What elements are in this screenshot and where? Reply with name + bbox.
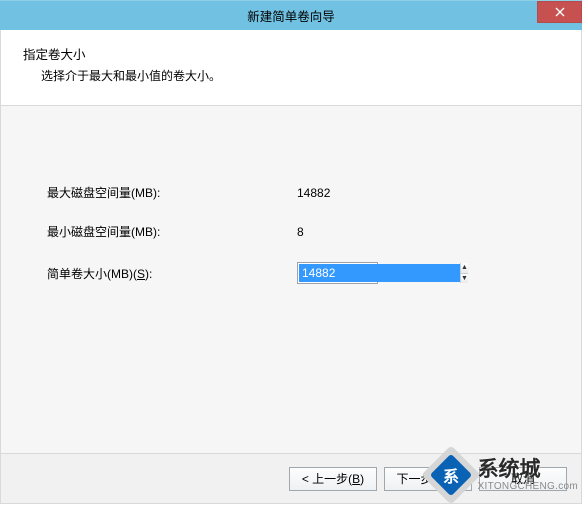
wizard-body: 指定卷大小 选择介于最大和最小值的卷大小。 最大磁盘空间量(MB): 14882…: [0, 30, 582, 504]
spinner-down-button[interactable]: ▼: [461, 274, 468, 284]
close-button[interactable]: [537, 1, 582, 23]
max-disk-space-row: 最大磁盘空间量(MB): 14882: [47, 184, 397, 201]
volume-size-input[interactable]: [299, 264, 460, 282]
content-area: 最大磁盘空间量(MB): 14882 最小磁盘空间量(MB): 8 简单卷大小(…: [1, 106, 581, 453]
next-button[interactable]: 下一步(N) >: [384, 467, 472, 491]
max-disk-space-label: 最大磁盘空间量(MB):: [47, 184, 297, 201]
volume-size-row: 简单卷大小(MB)(S): ▲ ▼: [47, 262, 378, 284]
back-button[interactable]: < 上一步(B): [289, 467, 377, 491]
cancel-button[interactable]: 取消: [479, 467, 567, 491]
spinner-up-button[interactable]: ▲: [461, 263, 468, 274]
volume-size-spinner[interactable]: ▲ ▼: [297, 262, 378, 284]
max-disk-space-value: 14882: [297, 186, 397, 200]
chevron-up-icon: ▲: [461, 264, 468, 271]
min-disk-space-row: 最小磁盘空间量(MB): 8: [47, 223, 397, 240]
wizard-footer: < 上一步(B) 下一步(N) > 取消: [1, 453, 581, 503]
window-title: 新建简单卷向导: [247, 6, 335, 25]
titlebar: 新建简单卷向导: [0, 0, 582, 30]
page-subtitle: 选择介于最大和最小值的卷大小。: [23, 67, 559, 84]
min-disk-space-value: 8: [297, 225, 397, 239]
chevron-down-icon: ▼: [461, 275, 468, 282]
volume-size-label: 简单卷大小(MB)(S):: [47, 265, 297, 282]
close-icon: [555, 7, 565, 17]
wizard-header: 指定卷大小 选择介于最大和最小值的卷大小。: [1, 30, 581, 106]
page-title: 指定卷大小: [23, 44, 559, 63]
min-disk-space-label: 最小磁盘空间量(MB):: [47, 223, 297, 240]
spinner-buttons: ▲ ▼: [460, 263, 468, 283]
